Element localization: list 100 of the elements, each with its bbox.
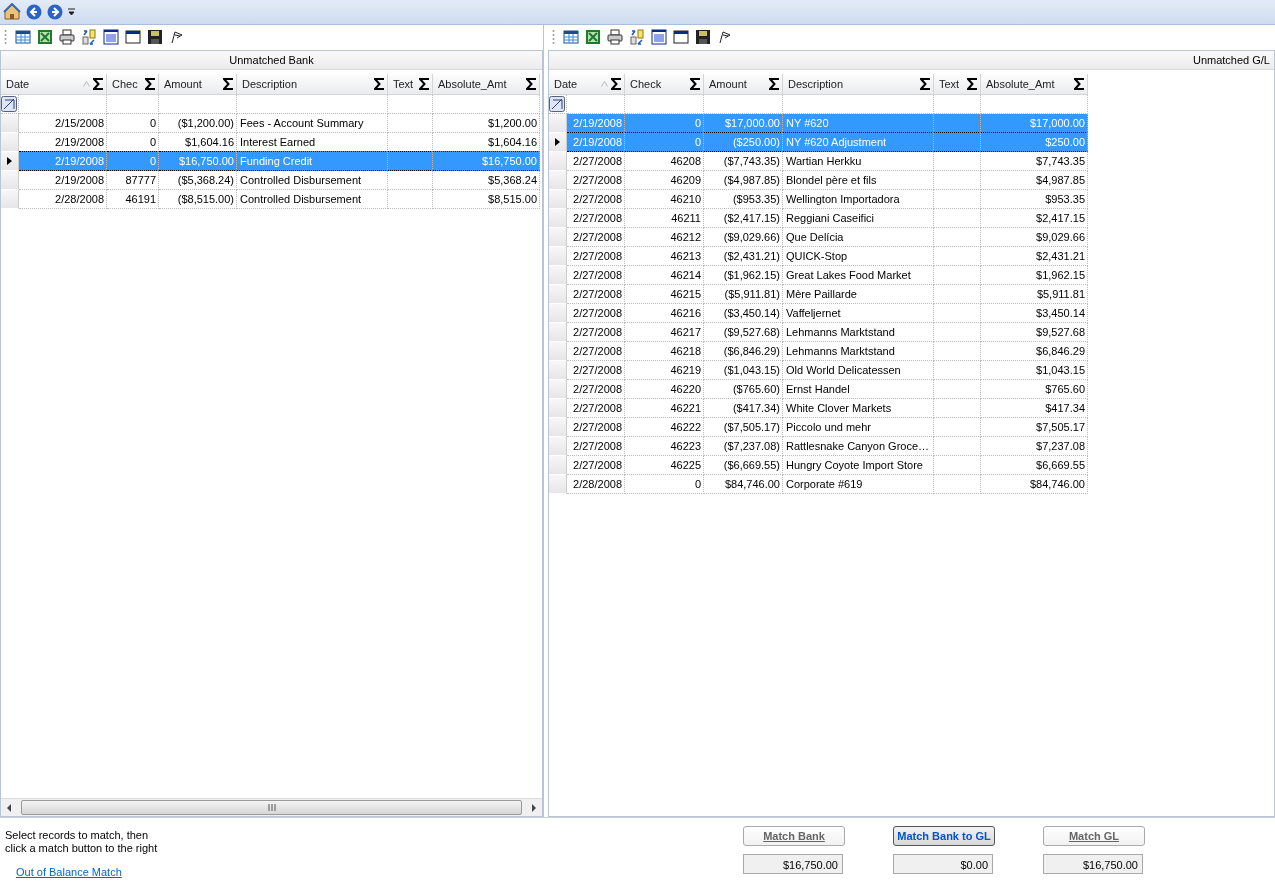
table-cell[interactable]: 2/27/2008	[567, 247, 625, 266]
table-cell[interactable]: 46221	[625, 399, 704, 418]
table-cell[interactable]: 2/15/2008	[19, 114, 107, 133]
table-cell[interactable]: $953.35	[981, 190, 1088, 209]
table-cell[interactable]: ($1,200.00)	[159, 114, 237, 133]
table-cell[interactable]: 46216	[625, 304, 704, 323]
table-cell[interactable]: 0	[107, 114, 159, 133]
sigma-icon[interactable]	[93, 78, 103, 90]
table-cell[interactable]: Wellington Importadora	[783, 190, 934, 209]
table-cell[interactable]: 46217	[625, 323, 704, 342]
table-cell[interactable]: 2/27/2008	[567, 190, 625, 209]
sigma-icon[interactable]	[526, 78, 536, 90]
flag-icon[interactable]	[717, 29, 733, 45]
save-icon[interactable]	[147, 29, 163, 45]
column-header[interactable]: Absolute_Amt	[981, 74, 1088, 95]
table-cell[interactable]	[388, 114, 433, 133]
out-of-balance-link[interactable]: Out of Balance Match	[16, 866, 122, 878]
table-cell[interactable]: 2/27/2008	[567, 171, 625, 190]
table-cell[interactable]: Hungry Coyote Import Store	[783, 456, 934, 475]
column-header[interactable]: Date	[1, 74, 107, 95]
table-cell[interactable]: Blondel père et fils	[783, 171, 934, 190]
sigma-icon[interactable]	[145, 78, 155, 90]
table-cell[interactable]: 0	[625, 475, 704, 494]
table-cell[interactable]: Que Delícia	[783, 228, 934, 247]
forward-icon[interactable]	[47, 4, 63, 20]
sigma-icon[interactable]	[1074, 78, 1084, 90]
column-header[interactable]: Amount	[704, 74, 783, 95]
table-cell[interactable]: 2/27/2008	[567, 152, 625, 171]
table-cell[interactable]	[934, 380, 981, 399]
table-cell[interactable]: Mère Paillarde	[783, 285, 934, 304]
table-cell[interactable]: $9,527.68	[981, 323, 1088, 342]
table-cell[interactable]: $8,515.00	[433, 190, 540, 209]
table-cell[interactable]: $4,987.85	[981, 171, 1088, 190]
table-icon[interactable]	[563, 29, 579, 45]
table-cell[interactable]: 46215	[625, 285, 704, 304]
column-header[interactable]: Amount	[159, 74, 237, 95]
table-cell[interactable]: $1,200.00	[433, 114, 540, 133]
table-cell[interactable]: $417.34	[981, 399, 1088, 418]
table-cell[interactable]: 2/27/2008	[567, 456, 625, 475]
table-cell[interactable]: Piccolo und mehr	[783, 418, 934, 437]
table-cell[interactable]	[934, 304, 981, 323]
column-header[interactable]: Absolute_Amt	[433, 74, 540, 95]
table-cell[interactable]: ($5,368.24)	[159, 171, 237, 190]
table-cell[interactable]: Old World Delicatessen	[783, 361, 934, 380]
table-cell[interactable]: 46191	[107, 190, 159, 209]
print-icon[interactable]	[607, 29, 623, 45]
table-cell[interactable]: ($7,505.17)	[704, 418, 783, 437]
match-button[interactable]: Match GL	[1043, 826, 1145, 846]
column-header[interactable]: Text	[388, 74, 433, 95]
table-cell[interactable]: 46223	[625, 437, 704, 456]
table-cell[interactable]: $9,029.66	[981, 228, 1088, 247]
table-cell[interactable]	[934, 323, 981, 342]
table-cell[interactable]: Rattlesnake Canyon Groce…	[783, 437, 934, 456]
table-cell[interactable]: ($4,987.85)	[704, 171, 783, 190]
column-header[interactable]: Description	[783, 74, 934, 95]
table-cell[interactable]: 2/27/2008	[567, 266, 625, 285]
table-cell[interactable]: ($765.60)	[704, 380, 783, 399]
window-icon[interactable]	[125, 29, 141, 45]
table-cell[interactable]: ($9,527.68)	[704, 323, 783, 342]
scroll-thumb[interactable]	[21, 800, 522, 815]
spreadsheet-icon[interactable]	[585, 29, 601, 45]
table-cell[interactable]: ($5,911.81)	[704, 285, 783, 304]
table-cell[interactable]: 46208	[625, 152, 704, 171]
column-header[interactable]: Check	[625, 74, 704, 95]
table-cell[interactable]: 2/27/2008	[567, 361, 625, 380]
table-cell[interactable]: ($9,029.66)	[704, 228, 783, 247]
table-cell[interactable]: 46218	[625, 342, 704, 361]
sigma-icon[interactable]	[419, 78, 429, 90]
table-cell[interactable]	[934, 418, 981, 437]
window-icon[interactable]	[673, 29, 689, 45]
dropdown-icon[interactable]	[68, 8, 75, 16]
table-cell[interactable]: White Clover Markets	[783, 399, 934, 418]
table-cell[interactable]: Lehmanns Marktstand	[783, 342, 934, 361]
home-icon[interactable]	[3, 3, 21, 21]
save-icon[interactable]	[695, 29, 711, 45]
table-cell[interactable]: $7,505.17	[981, 418, 1088, 437]
toolbar-grip[interactable]	[4, 29, 7, 45]
table-cell[interactable]: $7,743.35	[981, 152, 1088, 171]
table-cell[interactable]	[934, 475, 981, 494]
table-cell[interactable]: $5,911.81	[981, 285, 1088, 304]
table-cell[interactable]: ($8,515.00)	[159, 190, 237, 209]
table-cell[interactable]	[388, 171, 433, 190]
table-cell[interactable]: $6,669.55	[981, 456, 1088, 475]
row-selector[interactable]	[1, 152, 19, 171]
table-cell[interactable]: 2/28/2008	[19, 190, 107, 209]
flag-icon[interactable]	[169, 29, 185, 45]
table-cell[interactable]: ($417.34)	[704, 399, 783, 418]
table-cell[interactable]: 2/27/2008	[567, 228, 625, 247]
table-cell[interactable]: 2/27/2008	[567, 380, 625, 399]
table-cell[interactable]	[934, 437, 981, 456]
sigma-icon[interactable]	[769, 78, 779, 90]
sigma-icon[interactable]	[611, 78, 621, 90]
sigma-icon[interactable]	[223, 78, 233, 90]
table-cell[interactable]	[388, 190, 433, 209]
table-cell[interactable]	[934, 361, 981, 380]
table-cell[interactable]: $84,746.00	[981, 475, 1088, 494]
column-header[interactable]: Chec	[107, 74, 159, 95]
match-button[interactable]: Match Bank	[743, 826, 845, 846]
column-header[interactable]: Description	[237, 74, 388, 95]
table-cell[interactable]	[934, 456, 981, 475]
